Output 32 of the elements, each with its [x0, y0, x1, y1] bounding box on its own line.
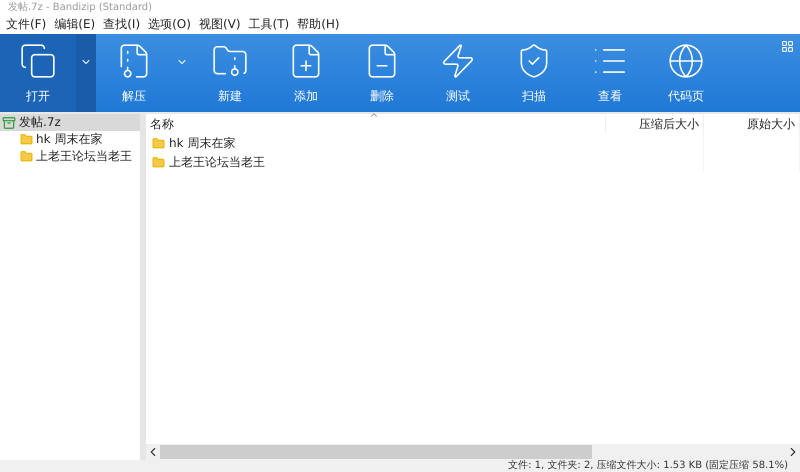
file-row[interactable]: 上老王论坛当老王 [146, 153, 606, 172]
tree-item[interactable]: hk 周末在家 [0, 131, 140, 148]
folder-icon [152, 137, 165, 150]
menu-item[interactable]: 帮助(H) [293, 16, 344, 32]
toolbar-button[interactable]: 代码页 [648, 34, 724, 112]
globe-icon [667, 42, 705, 80]
window-title: 发帖.7z - Bandizip (Standard) [8, 0, 154, 14]
toolbar-button[interactable]: 删除 [344, 34, 420, 112]
column-header[interactable]: 压缩后大小 [606, 114, 704, 134]
layout-icon[interactable] [781, 40, 794, 53]
toolbar-button[interactable]: 测试 [420, 34, 496, 112]
menu-item[interactable]: 工具(T) [244, 16, 294, 32]
toolbar-button[interactable]: 添加 [268, 34, 344, 112]
menu-item[interactable]: 文件(F) [2, 16, 50, 32]
file-row[interactable]: hk 周末在家 [146, 134, 606, 153]
toolbar-button[interactable]: 扫描 [496, 34, 572, 112]
tree-item[interactable]: 上老王论坛当老王 [0, 148, 140, 165]
toolbar-button[interactable]: 查看 [572, 34, 648, 112]
tree-item[interactable]: 发帖.7z [0, 114, 140, 131]
menu-item[interactable]: 视图(V) [194, 16, 245, 32]
folder-icon [20, 133, 33, 146]
folder-icon [20, 150, 33, 163]
archive-icon [2, 116, 16, 130]
folder-icon [152, 156, 165, 169]
column-header[interactable]: 原始大小 [704, 114, 800, 134]
menu-item[interactable]: 选项(O) [144, 16, 195, 32]
scrollbar-thumb[interactable] [160, 445, 592, 459]
toolbar-button[interactable]: 解压 [96, 34, 172, 112]
toolbar-button[interactable]: 新建 [192, 34, 268, 112]
menu-item[interactable]: 查找(I) [99, 16, 144, 32]
menu-item[interactable]: 编辑(E) [50, 16, 100, 32]
column-header[interactable]: 名称 [146, 114, 606, 134]
